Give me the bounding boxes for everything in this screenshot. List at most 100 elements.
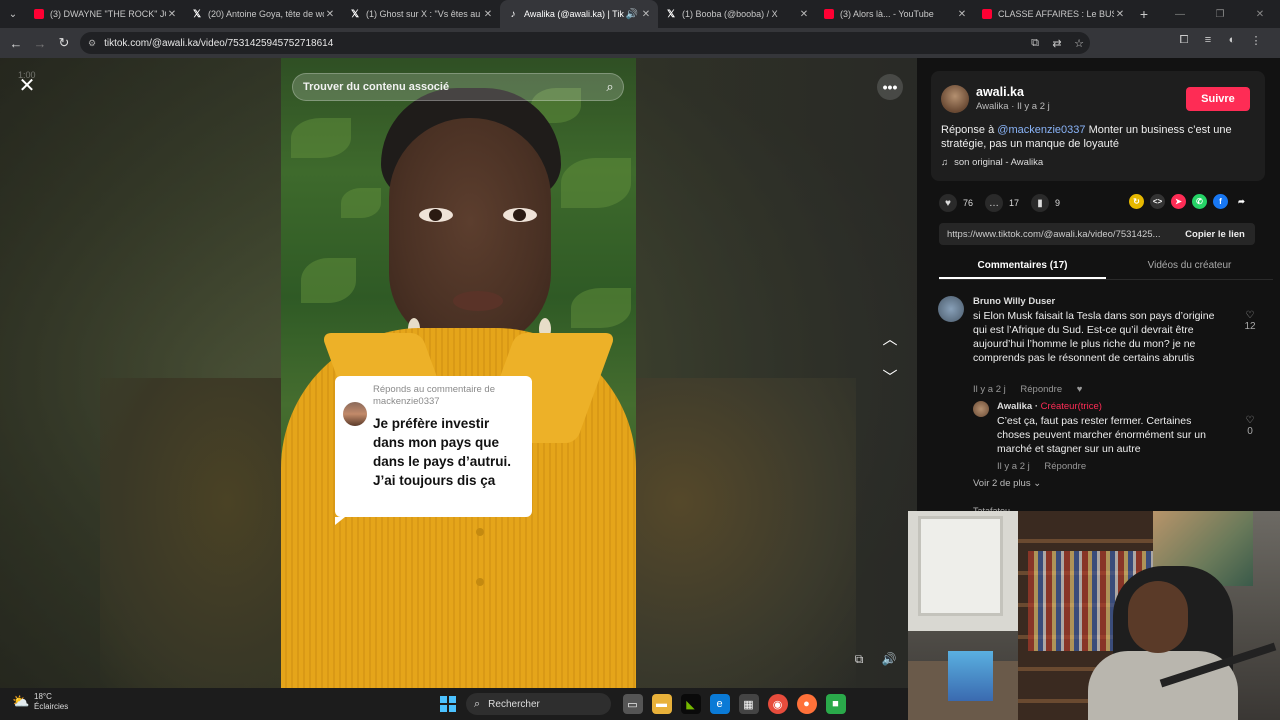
- tab-creator-videos[interactable]: Vidéos du créateur: [1106, 254, 1273, 279]
- reply-like-button[interactable]: ♡ 0: [1242, 415, 1258, 437]
- reply-button[interactable]: Répondre: [1044, 461, 1086, 472]
- close-tab-icon[interactable]: ✕: [956, 9, 968, 20]
- x-icon: 𝕏: [192, 8, 202, 20]
- tab-title: (1) Booba (@booba) / X: [682, 9, 778, 19]
- search-icon[interactable]: ⌕: [597, 79, 623, 95]
- chrome-icon[interactable]: ◉: [767, 694, 788, 714]
- comment-button[interactable]: … 17: [985, 194, 1019, 212]
- partly-sunny-icon: ⛅: [12, 693, 30, 709]
- profile-icon[interactable]: ◐: [1220, 34, 1244, 47]
- browser-menu-icon[interactable]: ⋮: [1244, 34, 1268, 47]
- picture-in-picture-icon[interactable]: ⧉: [850, 652, 868, 670]
- whatsapp-icon[interactable]: ✆: [1192, 194, 1207, 209]
- browser-tab[interactable]: (3) DWAYNE "THE ROCK" JOHNSO ✕: [26, 0, 184, 28]
- heart-icon: ♥: [939, 194, 957, 212]
- leaf: [571, 288, 631, 328]
- browser-tab[interactable]: CLASSE AFFAIRES : Le BUSINES ✕: [974, 0, 1132, 28]
- send-icon[interactable]: ➤: [1171, 194, 1186, 209]
- speaker-icon[interactable]: 🔊: [624, 9, 640, 20]
- new-tab-button[interactable]: +: [1132, 6, 1156, 22]
- tab-title: (3) DWAYNE "THE ROCK" JOHNSO: [50, 9, 166, 19]
- nvidia-icon[interactable]: ◣: [680, 694, 701, 714]
- x-icon: 𝕏: [666, 8, 676, 20]
- close-tab-icon[interactable]: ✕: [640, 9, 652, 20]
- close-tab-icon[interactable]: ✕: [324, 9, 336, 20]
- webcam-window: [918, 516, 1003, 616]
- address-bar[interactable]: ⚙ tiktok.com/@awali.ka/video/75314259457…: [80, 32, 1090, 54]
- close-tab-icon[interactable]: ✕: [798, 9, 810, 20]
- taskbar-search[interactable]: ⌕ Rechercher: [466, 693, 611, 715]
- reply-button[interactable]: Répondre: [1020, 384, 1062, 395]
- reply-user[interactable]: Awalika · Créateur(trice): [997, 401, 1102, 412]
- install-app-icon[interactable]: ⧉: [1024, 37, 1046, 50]
- close-tab-icon[interactable]: ✕: [1114, 9, 1126, 20]
- firefox-icon[interactable]: ●: [796, 694, 817, 714]
- media-control-icon[interactable]: ≡: [1196, 34, 1220, 47]
- bookmark-star-icon[interactable]: ☆: [1068, 37, 1090, 50]
- copy-link-button[interactable]: Copier le lien: [1175, 229, 1255, 240]
- blurred-shirt-right: [636, 378, 856, 688]
- task-view-icon[interactable]: ▭: [622, 694, 643, 714]
- app-icon[interactable]: ■: [825, 694, 846, 714]
- weather-widget[interactable]: ⛅ 18°C Éclaircies: [12, 692, 68, 712]
- browser-tab-active[interactable]: ♪ Awalika (@awali.ka) | TikTok 🔊 ✕: [500, 0, 658, 28]
- related-search-bar[interactable]: ⌕: [292, 73, 624, 101]
- tab-title: CLASSE AFFAIRES : Le BUSINES: [998, 9, 1114, 19]
- browser-tab-bar: ⌄ (3) DWAYNE "THE ROCK" JOHNSO ✕ 𝕏 (20) …: [0, 0, 1280, 28]
- chevron-down-icon[interactable]: ﹀: [878, 364, 902, 388]
- avatar[interactable]: [973, 401, 989, 417]
- tab-comments[interactable]: Commentaires (17): [939, 254, 1106, 279]
- comment-user[interactable]: Bruno Willy Duser: [973, 296, 1055, 307]
- music-note-icon: ♫: [941, 157, 949, 168]
- volume-icon[interactable]: 🔊: [880, 652, 898, 670]
- related-search-input[interactable]: [303, 81, 597, 93]
- forward-icon[interactable]: →: [28, 36, 52, 51]
- reply-time: Il y a 2 j: [997, 461, 1030, 472]
- browser-tab[interactable]: 𝕏 (1) Ghost sur X : "Vs êtes au co ✕: [342, 0, 500, 28]
- follow-button[interactable]: Suivre: [1186, 87, 1250, 111]
- view-more-replies-button[interactable]: Voir 2 de plus ⌄: [973, 478, 1041, 489]
- close-icon[interactable]: ✕: [14, 72, 40, 98]
- comment-text: si Elon Musk faisait la Tesla dans son p…: [973, 310, 1215, 364]
- youtube-icon: [824, 9, 834, 19]
- close-tab-icon[interactable]: ✕: [482, 9, 494, 20]
- minimize-icon[interactable]: —: [1160, 9, 1200, 20]
- extensions-icon[interactable]: ⧠: [1172, 34, 1196, 47]
- comment-like-button[interactable]: ♡ 12: [1242, 310, 1258, 332]
- caption-mention-link[interactable]: @mackenzie0337: [997, 124, 1085, 136]
- browser-tab[interactable]: 𝕏 (20) Antoine Goya, tête de wo ✕: [184, 0, 342, 28]
- video-link-box: https://www.tiktok.com/@awali.ka/video/7…: [939, 223, 1255, 245]
- avatar[interactable]: [938, 296, 964, 322]
- edge-icon[interactable]: e: [709, 694, 730, 714]
- close-tab-icon[interactable]: ✕: [166, 9, 178, 20]
- reply-like-count: 0: [1247, 426, 1253, 437]
- facebook-icon[interactable]: f: [1213, 194, 1228, 209]
- close-window-icon[interactable]: ✕: [1240, 9, 1280, 20]
- embed-icon[interactable]: <>: [1150, 194, 1165, 209]
- windows-start-icon[interactable]: [440, 696, 456, 712]
- author-handle[interactable]: awali.ka: [976, 85, 1024, 99]
- save-button[interactable]: ▮ 9: [1031, 194, 1060, 212]
- browser-tab[interactable]: 𝕏 (1) Booba (@booba) / X ✕: [658, 0, 816, 28]
- back-icon[interactable]: ←: [4, 36, 28, 51]
- leaf: [291, 118, 351, 158]
- translate-icon[interactable]: ⇄: [1046, 37, 1068, 50]
- browser-tab[interactable]: (3) Alors là... - YouTube ✕: [816, 0, 974, 28]
- maximize-icon[interactable]: ❐: [1200, 9, 1240, 20]
- store-icon[interactable]: ▦: [738, 694, 759, 714]
- view-more-label: Voir 2 de plus: [973, 478, 1031, 489]
- share-arrow-icon[interactable]: ➦: [1234, 194, 1249, 209]
- video-player[interactable]: ⌕ Réponds au commentaire de mackenzie033…: [281, 58, 636, 688]
- tab-search-button[interactable]: ⌄: [0, 0, 26, 28]
- webcam-overlay: [908, 511, 1280, 720]
- site-info-icon[interactable]: ⚙: [88, 38, 96, 49]
- file-explorer-icon[interactable]: ▬: [651, 694, 672, 714]
- like-button[interactable]: ♥ 76: [939, 194, 973, 212]
- sound-link[interactable]: ♫ son original - Awalika: [941, 157, 1043, 168]
- repost-icon[interactable]: ↻: [1129, 194, 1144, 209]
- chevron-up-icon[interactable]: ︿: [878, 326, 902, 350]
- avatar[interactable]: [941, 85, 969, 113]
- taskbar-apps: ▭ ▬ ◣ e ▦ ◉ ● ■: [618, 694, 850, 714]
- reload-icon[interactable]: ↻: [52, 35, 76, 51]
- more-options-icon[interactable]: •••: [877, 74, 903, 100]
